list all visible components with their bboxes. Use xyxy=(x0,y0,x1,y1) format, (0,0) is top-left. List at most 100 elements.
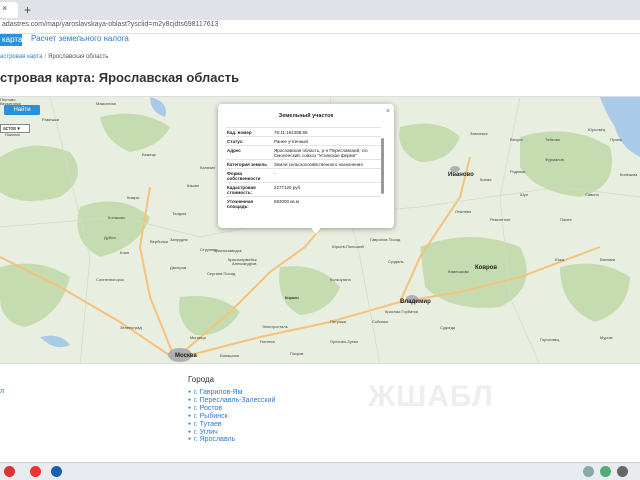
map-place-label: Кольчугино xyxy=(330,277,351,282)
cities-list: Города ● г. Гаврилов-Ям ● г. Переславль-Зал… xyxy=(188,375,275,444)
popup-row-key: Статус: xyxy=(227,138,244,144)
popup-row-key: Кад. номер xyxy=(227,129,252,135)
popup-row-value: - xyxy=(274,170,276,176)
map-place-label: Тейково xyxy=(545,137,561,142)
map-place-label: Балашиха xyxy=(220,353,240,358)
map-place-label: Талдом xyxy=(172,211,187,216)
map-place-label: Суздаль xyxy=(388,259,404,264)
map-place-label: Ремонтное xyxy=(490,217,511,222)
map-place-label: Судогда xyxy=(440,325,456,330)
tray-icon[interactable] xyxy=(583,466,594,477)
city-link[interactable]: ● г. Рыбинск xyxy=(188,413,275,421)
map-place-label: Мытищи xyxy=(190,335,206,340)
site-nav: карта Расчет земельного налога xyxy=(0,34,640,46)
map-place-label: Конаково xyxy=(108,215,126,220)
city-link-text[interactable]: г. Переславль-Залесский xyxy=(194,397,275,404)
url-text[interactable]: adastres.com/map/yaroslavskaya-oblast?ys… xyxy=(2,21,218,28)
city-link-text[interactable]: г. Гаврилов-Ям xyxy=(194,389,242,396)
map-place-label: Вичуга xyxy=(510,137,523,142)
popup-row-value: Земли сельскохозяйственного назначения xyxy=(274,161,363,167)
left-column-link[interactable]: л xyxy=(0,388,4,395)
popup-scrollbar[interactable] xyxy=(381,138,384,194)
land-plot-popup: Земельный участок × Кад. номер 76:11:1913… xyxy=(218,104,394,234)
tray-icon[interactable] xyxy=(617,466,628,477)
map-place-label: Красная Горбатка xyxy=(385,309,419,314)
map-place-label: Собинка xyxy=(372,319,388,324)
city-link[interactable]: ● г. Переславль-Залесский xyxy=(188,397,275,405)
breadcrumb-separator: / xyxy=(44,54,47,60)
popup-row: Адрес Ярославская область, р-н Переславск… xyxy=(226,145,381,159)
cadastral-map[interactable]: Найти астов ▾ Тейково Фурманов Кинешма Шуя И… xyxy=(0,96,640,364)
breadcrumb: астровая карта / Ярославская область xyxy=(0,54,108,60)
city-link-text[interactable]: г. Рыбинск xyxy=(194,413,228,420)
find-button[interactable]: Найти xyxy=(4,105,40,115)
popup-row-value: 2277120 руб xyxy=(274,184,301,190)
map-place-label: Москва xyxy=(175,353,197,359)
city-link-text[interactable]: г. Ростов xyxy=(194,405,222,412)
popup-row: Кадастровая стоимость: 2277120 руб xyxy=(226,182,381,196)
popup-row-value: 76:11:191388:56 xyxy=(274,129,308,135)
popup-row: Категория земель Земли сельскохозяйственн… xyxy=(226,159,381,168)
popup-row: Кад. номер 76:11:191388:56 xyxy=(226,127,381,136)
nav-map-tab[interactable]: карта xyxy=(0,34,22,46)
page-title: стровая карта: Ярославская область xyxy=(0,70,240,85)
map-place-label: Лежнево xyxy=(455,209,472,214)
map-place-label: Заволжск xyxy=(470,131,488,136)
popup-body[interactable]: Кад. номер 76:11:191388:56 Статус: Ранее уч… xyxy=(226,127,381,223)
map-place-label: Кашин xyxy=(187,183,200,188)
new-tab-button[interactable]: + xyxy=(24,3,31,17)
taskbar-browser-icon[interactable] xyxy=(51,466,62,477)
map-place-label: Шуя xyxy=(520,192,528,197)
popup-row-key: Уточненная площадь: xyxy=(227,198,253,209)
popup-row-key: Форма собственности xyxy=(227,170,261,181)
city-link[interactable]: ● г. Ростов xyxy=(188,405,275,413)
map-place-label: Максатиха xyxy=(96,101,116,106)
browser-tab[interactable]: × xyxy=(0,2,18,18)
popup-close-icon[interactable]: × xyxy=(386,108,390,115)
city-link[interactable]: ● г. Углич xyxy=(188,429,275,437)
map-place-label: Лакинск xyxy=(5,132,20,137)
map-place-label: Дубна xyxy=(104,235,116,240)
city-link-text[interactable]: г. Тутаев xyxy=(194,421,222,428)
taskbar-app-icon[interactable] xyxy=(30,466,41,477)
browser-tab-strip: × + xyxy=(0,0,640,20)
popup-row-value: Ранее учтенный xyxy=(274,138,308,144)
map-place-label: Орехово-Зуево xyxy=(330,339,359,344)
map-place-label: Дмитров xyxy=(170,265,187,270)
map-place-label: Рамешки xyxy=(42,117,59,122)
map-place-label: Кохма xyxy=(480,177,492,182)
city-link[interactable]: ● г. Ярославль xyxy=(188,436,275,444)
watermark: ЖШАБЛ xyxy=(368,380,494,413)
breadcrumb-link[interactable]: астровая карта xyxy=(0,54,42,60)
tray-icon[interactable] xyxy=(600,466,611,477)
map-place-label: Ковров xyxy=(475,265,498,271)
map-place-label: Петушки xyxy=(330,319,347,324)
cities-title: Города xyxy=(188,375,215,384)
popup-row-key: Адрес xyxy=(227,147,241,153)
map-place-label: Электросталь xyxy=(262,324,288,329)
bullet-icon: ● xyxy=(188,396,192,403)
map-place-label: Бежецк xyxy=(142,152,156,157)
city-link-text[interactable]: г. Ярославль xyxy=(194,436,235,443)
map-place-label: Пучеж xyxy=(610,137,622,142)
map-place-label: Фурманов xyxy=(545,157,564,162)
map-place-label: Киржач xyxy=(285,295,299,300)
city-link[interactable]: ● г. Гаврилов-Ям xyxy=(188,389,275,397)
tab-close-icon[interactable]: × xyxy=(2,3,7,13)
nav-land-tax-link[interactable]: Расчет земельного налога xyxy=(31,34,129,43)
city-link[interactable]: ● г. Тутаев xyxy=(188,421,275,429)
popup-row: Уточненная площадь: 593000 кв.м xyxy=(226,196,381,210)
taskbar-app-icon[interactable] xyxy=(4,466,15,477)
city-link-text[interactable]: г. Углич xyxy=(194,429,218,436)
map-place-label: Кимры xyxy=(127,195,140,200)
map-place-label: Ногинск xyxy=(260,339,275,344)
bullet-icon: ● xyxy=(188,420,192,427)
popup-row-value: 593000 кв.м xyxy=(274,198,299,204)
map-place-label: Пестово xyxy=(0,97,16,102)
map-place-label: Гаврилов Посад xyxy=(370,237,401,242)
address-bar[interactable]: adastres.com/map/yaroslavskaya-oblast?ys… xyxy=(0,20,640,34)
map-place-label: Гороховец xyxy=(540,337,560,342)
map-place-label: Калязин xyxy=(200,165,216,170)
map-place-label: Кинешма xyxy=(620,172,638,177)
map-place-label: Савино xyxy=(585,192,599,197)
